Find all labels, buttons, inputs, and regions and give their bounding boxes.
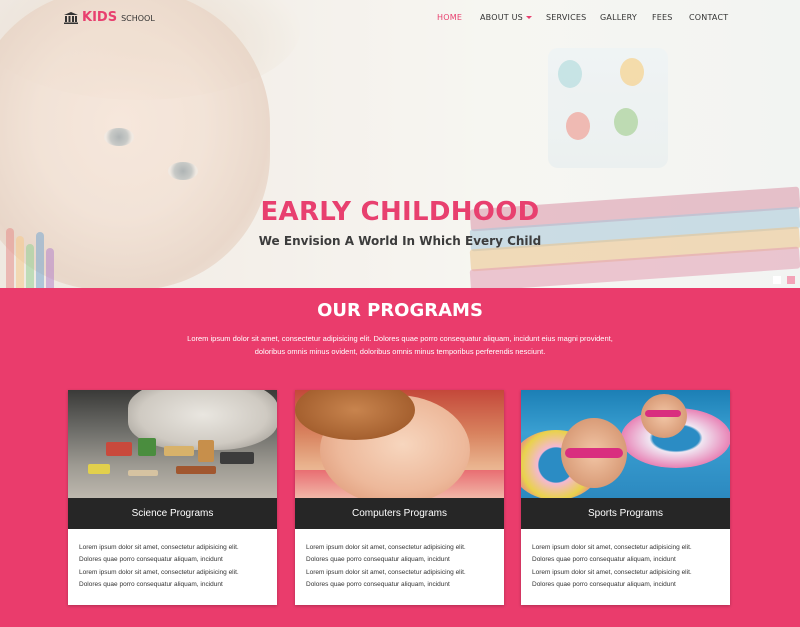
nav-contact[interactable]: CONTACT	[689, 13, 728, 22]
science-program-text: Lorem ipsum dolor sit amet, consectetur …	[79, 542, 269, 591]
programs-description-line-1: Lorem ipsum dolor sit amet, consectetur …	[187, 334, 613, 343]
card-text-line: Dolores quae porro consequatur aliquam, …	[532, 556, 676, 564]
program-card-sports[interactable]: Sports Programs Lorem ipsum dolor sit am…	[521, 390, 730, 605]
card-text-line: Lorem ipsum dolor sit amet, consectetur …	[532, 544, 692, 551]
nav-fees[interactable]: FEES	[652, 13, 673, 22]
nav-home[interactable]: HOME	[437, 13, 462, 22]
card-text-line: Lorem ipsum dolor sit amet, consectetur …	[79, 544, 239, 551]
sports-program-text: Lorem ipsum dolor sit amet, consectetur …	[532, 542, 722, 591]
science-program-label: Science Programs	[68, 498, 277, 529]
science-program-image	[68, 390, 277, 498]
slider-dot-2[interactable]	[787, 276, 795, 284]
card-text-line: Dolores quae porro consequatur aliquam, …	[306, 556, 450, 564]
card-text-line: Dolores quae porro consequatur aliquam, …	[79, 556, 223, 564]
programs-title: OUR PROGRAMS	[317, 300, 483, 321]
programs-description-line-2: doloribus omnis minus ovident, doloribus…	[254, 347, 546, 356]
program-card-computers[interactable]: Computers Programs Lorem ipsum dolor sit…	[295, 390, 504, 605]
nav-gallery[interactable]: GALLERY	[600, 13, 637, 22]
programs-description: Lorem ipsum dolor sit amet, consectetur …	[150, 332, 650, 358]
sports-program-label: Sports Programs	[521, 498, 730, 529]
card-text-line: Lorem ipsum dolor sit amet, consectetur …	[306, 544, 466, 551]
card-text-line: Dolores quae porro consequatur aliquam, …	[532, 580, 676, 588]
card-text-line: Dolores quae porro consequatur aliquam, …	[79, 580, 223, 588]
card-text-line: Lorem ipsum dolor sit amet, consectetur …	[532, 568, 692, 576]
card-text-line: Lorem ipsum dolor sit amet, consectetur …	[79, 568, 239, 576]
slider-pagination	[773, 276, 795, 284]
hero-subtitle: We Envision A World In Which Every Child	[258, 234, 542, 248]
main-menu: HOME ABOUT US SERVICES GALLERY FEES CONT…	[0, 13, 800, 25]
nav-about-us-label: ABOUT US	[480, 13, 523, 22]
nav-about-us[interactable]: ABOUT US	[480, 13, 532, 22]
computers-program-image	[295, 390, 504, 498]
slider-dot-1[interactable]	[773, 276, 781, 284]
sports-program-image	[521, 390, 730, 498]
hero-title: EARLY CHILDHOOD	[260, 197, 540, 227]
program-card-science[interactable]: Science Programs Lorem ipsum dolor sit a…	[68, 390, 277, 605]
caret-down-icon	[525, 16, 532, 19]
computers-program-text: Lorem ipsum dolor sit amet, consectetur …	[306, 542, 496, 591]
card-text-line: Dolores quae porro consequatur aliquam, …	[306, 580, 450, 588]
nav-services[interactable]: SERVICES	[546, 13, 586, 22]
card-text-line: Lorem ipsum dolor sit amet, consectetur …	[306, 568, 466, 576]
hero-banner: EARLY CHILDHOOD We Envision A World In W…	[0, 0, 800, 288]
computers-program-label: Computers Programs	[295, 498, 504, 529]
top-navigation: KIDS SCHOOL HOME ABOUT US SERVICES GALLE…	[0, 0, 800, 36]
